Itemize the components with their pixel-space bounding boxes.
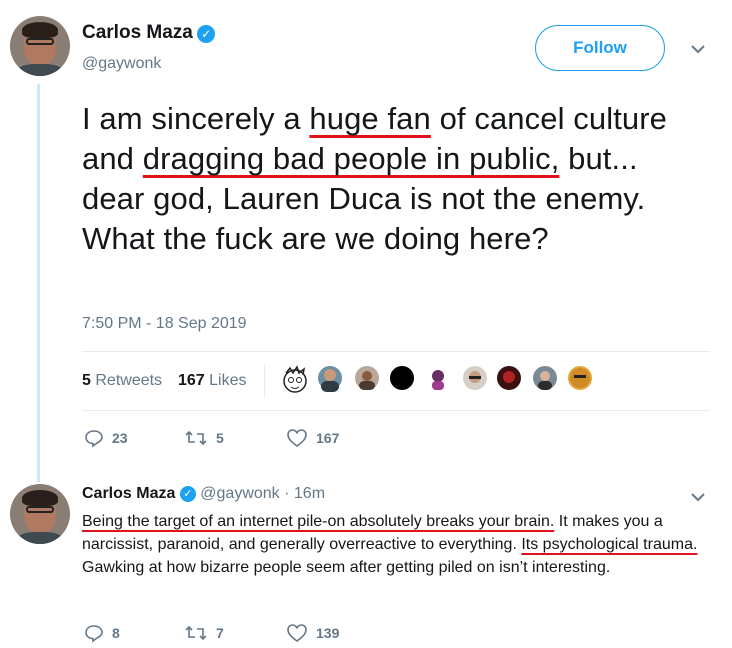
- underlined-text: Being the target of an internet pile-on …: [82, 513, 555, 530]
- reply-count: 8: [112, 625, 120, 641]
- liker-avatar[interactable]: [280, 364, 310, 396]
- author-avatar[interactable]: [10, 16, 70, 76]
- tweet-timestamp[interactable]: 7:50 PM - 18 Sep 2019: [82, 315, 247, 333]
- likes-count: 167: [178, 372, 205, 389]
- liker-avatar[interactable]: [533, 366, 557, 390]
- reply-button[interactable]: 8: [84, 623, 120, 643]
- like-count: 167: [316, 430, 340, 446]
- underlined-text: Its psychological trauma.: [521, 536, 698, 553]
- likes-label: Likes: [209, 372, 247, 389]
- reply-icon: [85, 625, 103, 643]
- chevron-down-icon[interactable]: [690, 490, 706, 508]
- retweet-button[interactable]: 5: [184, 428, 224, 448]
- retweets-label: Retweets: [95, 372, 163, 389]
- liker-avatar[interactable]: [568, 366, 592, 390]
- retweets-count: 5: [82, 372, 91, 389]
- text-segment: Gawking at how bizarre people seem after…: [82, 559, 611, 576]
- chevron-down-icon[interactable]: [690, 42, 706, 60]
- underlined-text: dragging bad people in public,: [142, 141, 560, 176]
- reply-author-name[interactable]: Carlos Maza: [82, 485, 175, 502]
- reply-author-avatar[interactable]: [10, 484, 70, 544]
- reply-count: 23: [112, 430, 128, 446]
- stats-separator: [264, 364, 265, 398]
- divider: [82, 410, 710, 411]
- retweets-stat[interactable]: 5 Retweets: [82, 372, 162, 390]
- retweet-count: 5: [216, 430, 224, 446]
- verified-badge-icon: ✓: [197, 24, 216, 43]
- underlined-text: huge fan: [309, 101, 431, 136]
- follow-button[interactable]: Follow: [535, 25, 665, 71]
- verified-badge-icon: ✓: [179, 485, 196, 502]
- author-name[interactable]: Carlos Maza: [82, 22, 193, 43]
- retweet-count: 7: [216, 625, 224, 641]
- like-count: 139: [316, 625, 340, 641]
- tweet-text: I am sincerely a huge fan of cancel cult…: [82, 99, 682, 259]
- liker-avatar[interactable]: [355, 366, 379, 390]
- like-button[interactable]: 139: [286, 623, 339, 643]
- author-handle[interactable]: @gaywonk: [82, 55, 161, 73]
- like-button[interactable]: 167: [286, 428, 339, 448]
- liker-avatar[interactable]: [390, 366, 414, 390]
- heart-icon: [287, 429, 307, 447]
- liker-avatar[interactable]: [497, 366, 521, 390]
- author-header[interactable]: Carlos Maza ✓: [82, 22, 216, 44]
- retweet-button[interactable]: 7: [184, 623, 224, 643]
- text-segment: I am sincerely a: [82, 101, 310, 136]
- heart-icon: [287, 624, 307, 642]
- retweet-icon: [185, 625, 207, 641]
- liker-avatar[interactable]: [463, 366, 487, 390]
- reply-icon: [85, 430, 103, 448]
- divider: [82, 351, 710, 352]
- reply-handle[interactable]: @gaywonk: [200, 485, 279, 502]
- reply-header: Carlos Maza ✓ @gaywonk · 16m: [82, 485, 325, 503]
- liker-avatar[interactable]: [426, 366, 450, 390]
- thread-line: [37, 84, 40, 482]
- reply-tweet-text: Being the target of an internet pile-on …: [82, 510, 712, 579]
- reply-button[interactable]: 23: [84, 428, 128, 448]
- reply-age[interactable]: · 16m: [284, 485, 325, 502]
- retweet-icon: [185, 430, 207, 446]
- liker-avatar[interactable]: [318, 366, 342, 392]
- likes-stat[interactable]: 167 Likes: [178, 372, 247, 390]
